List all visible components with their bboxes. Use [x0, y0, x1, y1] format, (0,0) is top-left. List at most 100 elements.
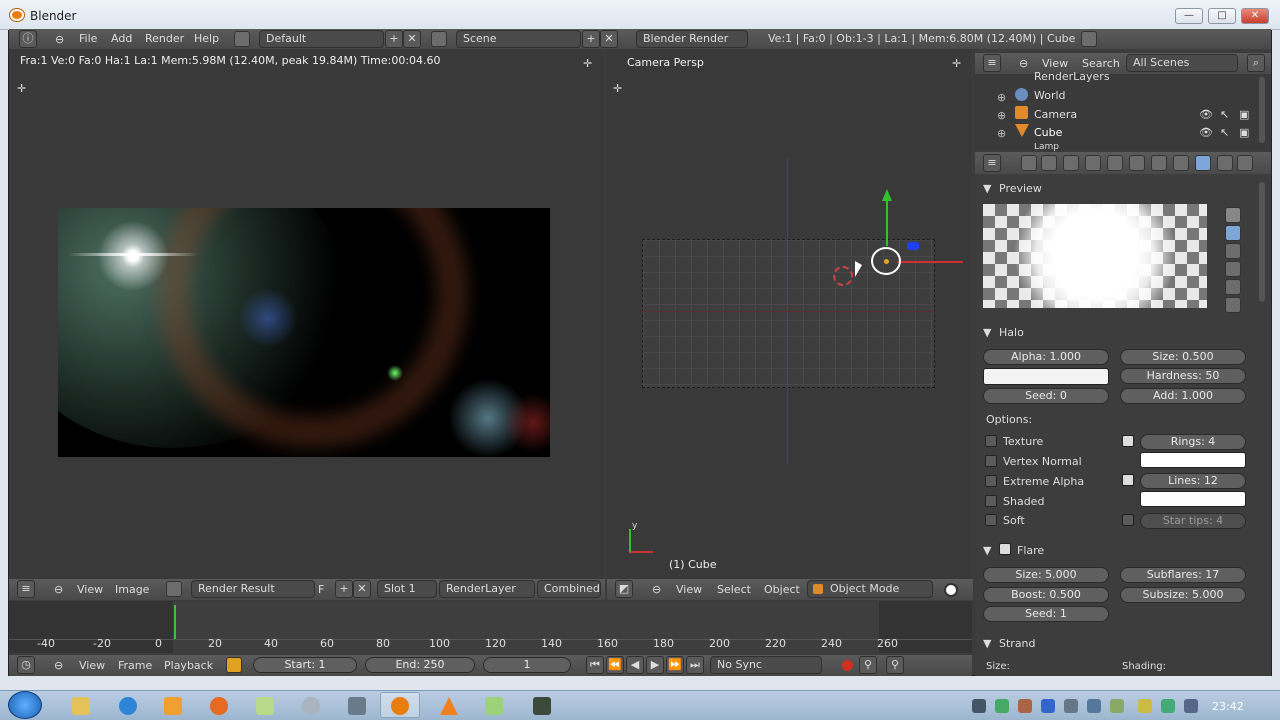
material-tab-icon[interactable]: [1195, 155, 1211, 171]
editor-type-icon[interactable]: ◩: [615, 580, 633, 598]
menu-image[interactable]: Image: [115, 583, 149, 596]
editor-type-icon[interactable]: ≡: [17, 580, 35, 598]
tray-icon-5[interactable]: [1064, 699, 1078, 713]
editor-type-icon[interactable]: ≡: [983, 154, 1001, 172]
network-icon[interactable]: [1161, 699, 1175, 713]
record-icon[interactable]: [842, 660, 853, 671]
explorer-icon[interactable]: [72, 697, 90, 715]
menu-object[interactable]: Object: [764, 583, 800, 596]
preview-flat-icon[interactable]: [1225, 207, 1241, 223]
region-toggle-icon[interactable]: ✛: [613, 82, 622, 95]
display-mode-select[interactable]: All Scenes: [1126, 54, 1238, 72]
taskbar-clock[interactable]: 23:42: [1212, 700, 1244, 713]
render-layer-select[interactable]: RenderLayer: [439, 580, 535, 598]
eye-icon[interactable]: 👁: [1199, 126, 1213, 139]
preview-monkey-icon[interactable]: [1225, 261, 1241, 277]
menu-file[interactable]: File: [79, 32, 97, 45]
outliner-item-lamp[interactable]: Lamp: [1034, 143, 1059, 151]
menu-help[interactable]: Help: [194, 32, 219, 45]
3d-viewport[interactable]: Camera Persp ✛ ✛ y (1) Cube: [607, 49, 971, 579]
render-tab-icon[interactable]: [1021, 155, 1037, 171]
3d-cursor-icon[interactable]: [833, 266, 853, 286]
world-tab-icon[interactable]: [1085, 155, 1101, 171]
unlink-image-button[interactable]: ✕: [353, 580, 371, 598]
timeline[interactable]: -40 -20 0 20 40 60 80 100 120 140 160 180 200 220 240 2…: [9, 601, 972, 653]
firefox-icon[interactable]: [210, 697, 228, 715]
constraints-tab-icon[interactable]: [1129, 155, 1145, 171]
rings-color-swatch[interactable]: [1140, 452, 1246, 468]
jump-start-icon[interactable]: ⏮: [586, 656, 604, 674]
boost-field[interactable]: Boost: 0.500: [983, 587, 1109, 603]
properties-editor[interactable]: ≡ ▼ Preview ▼ Halo Alpha: 1.000 Size: 0.…: [975, 152, 1271, 676]
notepad-icon[interactable]: [485, 697, 503, 715]
new-image-button[interactable]: +: [335, 580, 353, 598]
slot-select[interactable]: Slot 1: [377, 580, 437, 598]
add-slider[interactable]: Add: 1.000: [1120, 388, 1246, 404]
collapse-arrow-icon[interactable]: ▼: [983, 182, 991, 195]
menu-view[interactable]: View: [1042, 57, 1068, 70]
close-button[interactable]: ✕: [1241, 8, 1269, 24]
preview-panel-title[interactable]: Preview: [999, 182, 1042, 195]
preview-cube-icon[interactable]: [1225, 243, 1241, 259]
folder-icon[interactable]: [256, 697, 274, 715]
end-frame-field[interactable]: End: 250: [365, 657, 475, 673]
collapse-arrow-icon[interactable]: ▼: [983, 544, 991, 557]
scene-tab-icon[interactable]: [1063, 155, 1079, 171]
alpha-slider[interactable]: Alpha: 1.000: [983, 349, 1109, 365]
menu-view[interactable]: View: [79, 659, 105, 672]
preview-sky-icon[interactable]: [1225, 297, 1241, 313]
subsize-field[interactable]: Subsize: 5.000: [1120, 587, 1246, 603]
scene-icon[interactable]: [431, 31, 447, 47]
cursor-icon[interactable]: ↖: [1220, 108, 1229, 121]
tray-icon-4[interactable]: [1041, 699, 1055, 713]
editor-corner-icon[interactable]: ✛: [583, 57, 592, 70]
menu-playback[interactable]: Playback: [164, 659, 213, 672]
strand-panel-title[interactable]: Strand: [999, 637, 1036, 650]
minimize-button[interactable]: —: [1175, 8, 1203, 24]
sync-mode-select[interactable]: No Sync: [710, 656, 822, 674]
current-frame-marker[interactable]: [174, 605, 176, 639]
manipulator-y-arrow[interactable]: [886, 194, 888, 246]
layout-selector[interactable]: Default: [259, 30, 384, 48]
halo-panel-title[interactable]: Halo: [999, 326, 1024, 339]
collapse-icon[interactable]: ⊖: [54, 583, 63, 596]
rings-checkbox[interactable]: [1122, 435, 1134, 447]
menu-search[interactable]: Search: [1082, 57, 1120, 70]
flare-seed-field[interactable]: Seed: 1: [983, 606, 1109, 622]
star-checkbox[interactable]: [1122, 514, 1134, 526]
manipulator-z-handle[interactable]: [907, 242, 919, 250]
menu-view[interactable]: View: [676, 583, 702, 596]
play-icon[interactable]: ▶: [646, 656, 664, 674]
tool-icon[interactable]: [348, 697, 366, 715]
star-tips-field[interactable]: Star tips: 4: [1140, 513, 1246, 529]
app-icon[interactable]: [302, 697, 320, 715]
menu-frame[interactable]: Frame: [118, 659, 152, 672]
tray-icon-6[interactable]: [1087, 699, 1101, 713]
editor-type-icon[interactable]: ≡: [983, 54, 1001, 72]
search-icon[interactable]: ⌕: [1247, 54, 1265, 72]
add-scene-button[interactable]: +: [582, 30, 600, 48]
hardness-field[interactable]: Hardness: 50: [1120, 368, 1246, 384]
expand-icon[interactable]: ⊕: [997, 109, 1006, 122]
menu-view[interactable]: View: [77, 583, 103, 596]
prev-keyframe-icon[interactable]: ⏪: [606, 656, 624, 674]
seed-field[interactable]: Seed: 0: [983, 388, 1109, 404]
preview-sphere-icon[interactable]: [1225, 225, 1241, 241]
add-layout-button[interactable]: +: [385, 30, 403, 48]
outliner-item-world[interactable]: World: [1034, 89, 1066, 102]
collapse-icon[interactable]: ⊖: [1019, 57, 1028, 70]
soft-checkbox[interactable]: [985, 514, 997, 526]
remove-scene-button[interactable]: ✕: [600, 30, 618, 48]
menu-select[interactable]: Select: [717, 583, 751, 596]
data-tab-icon[interactable]: [1173, 155, 1189, 171]
cursor-icon[interactable]: ↖: [1220, 126, 1229, 139]
tray-icon-8[interactable]: [1138, 699, 1152, 713]
vlc-icon[interactable]: [440, 697, 458, 715]
render-icon[interactable]: ▣: [1239, 126, 1249, 139]
tray-icon-7[interactable]: [1110, 699, 1124, 713]
manipulator-x-arrow[interactable]: [897, 261, 963, 263]
object-tab-icon[interactable]: [1107, 155, 1123, 171]
keying-set-icon[interactable]: ⚲: [859, 656, 877, 674]
lines-field[interactable]: Lines: 12: [1140, 473, 1246, 489]
current-frame-field[interactable]: 1: [483, 657, 571, 673]
